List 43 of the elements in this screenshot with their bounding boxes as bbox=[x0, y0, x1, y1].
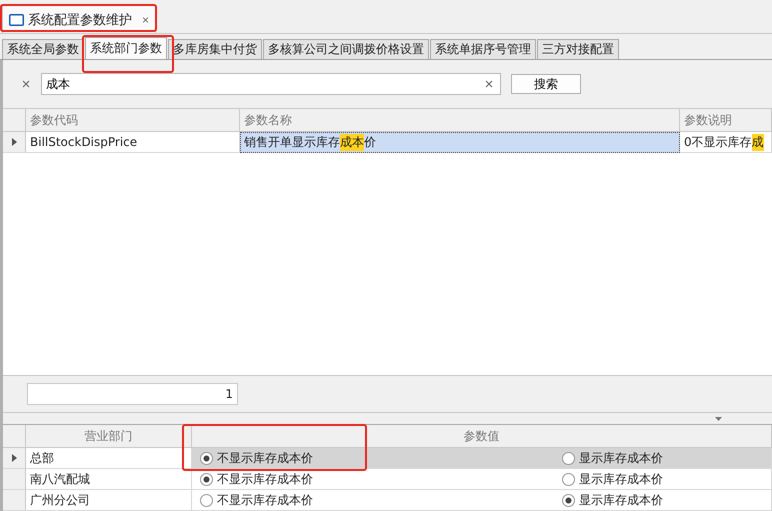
window-icon bbox=[9, 14, 24, 26]
search-button[interactable]: 搜索 bbox=[511, 74, 581, 94]
column-header[interactable]: 参数值 bbox=[192, 425, 772, 448]
radio-button[interactable] bbox=[200, 494, 213, 506]
search-field[interactable]: 成本 × bbox=[41, 73, 501, 95]
tab[interactable]: 系统单据序号管理 bbox=[430, 39, 536, 59]
table-cell: BillStockDispPrice bbox=[26, 132, 240, 153]
table-cell: 总部 bbox=[26, 448, 192, 469]
clear-button[interactable]: × bbox=[482, 76, 496, 92]
row-pointer-icon bbox=[12, 138, 16, 146]
radio-label[interactable]: 显示库存成本价 bbox=[579, 492, 663, 508]
clear-filter-button[interactable]: × bbox=[19, 76, 33, 92]
tab[interactable]: 系统部门参数 bbox=[85, 37, 167, 59]
radio-button[interactable] bbox=[562, 494, 575, 506]
row-pointer-icon bbox=[12, 454, 16, 462]
close-button[interactable]: × bbox=[136, 12, 150, 26]
radio-button[interactable] bbox=[200, 452, 213, 464]
radio-button[interactable] bbox=[562, 472, 575, 486]
radio-label[interactable]: 显示库存成本价 bbox=[579, 450, 663, 466]
radio-button[interactable] bbox=[562, 452, 575, 464]
tab[interactable]: 多库房集中付货 bbox=[168, 39, 262, 59]
radio-label[interactable]: 不显示库存成本价 bbox=[217, 492, 313, 508]
column-header[interactable]: 参数名称 bbox=[240, 109, 680, 132]
table-cell: 销售开单显示库存成本价 bbox=[240, 132, 680, 153]
document-tab-title: 系统配置参数维护 bbox=[28, 12, 132, 28]
record-count-field: 1 bbox=[27, 383, 238, 405]
table-cell: 广州分公司 bbox=[26, 490, 192, 511]
column-header[interactable]: 参数说明 bbox=[680, 109, 772, 132]
radio-label[interactable]: 显示库存成本价 bbox=[579, 470, 663, 488]
column-header[interactable]: 参数代码 bbox=[26, 109, 240, 132]
radio-button[interactable] bbox=[200, 472, 213, 486]
corner-header bbox=[3, 425, 26, 448]
radio-label[interactable]: 不显示库存成本价 bbox=[217, 470, 313, 488]
row-header[interactable] bbox=[3, 448, 26, 469]
caret-icon[interactable] bbox=[715, 417, 722, 421]
radio-label[interactable]: 不显示库存成本价 bbox=[217, 450, 313, 466]
tab[interactable]: 系统全局参数 bbox=[2, 39, 84, 59]
tab[interactable]: 三方对接配置 bbox=[537, 39, 619, 59]
tab[interactable]: 多核算公司之间调拨价格设置 bbox=[263, 39, 429, 59]
column-header[interactable]: 营业部门 bbox=[26, 425, 192, 448]
table-cell: 0不显示库存成 bbox=[680, 132, 772, 153]
row-header[interactable] bbox=[3, 132, 26, 153]
table-cell: 南八汽配城 bbox=[26, 469, 192, 490]
